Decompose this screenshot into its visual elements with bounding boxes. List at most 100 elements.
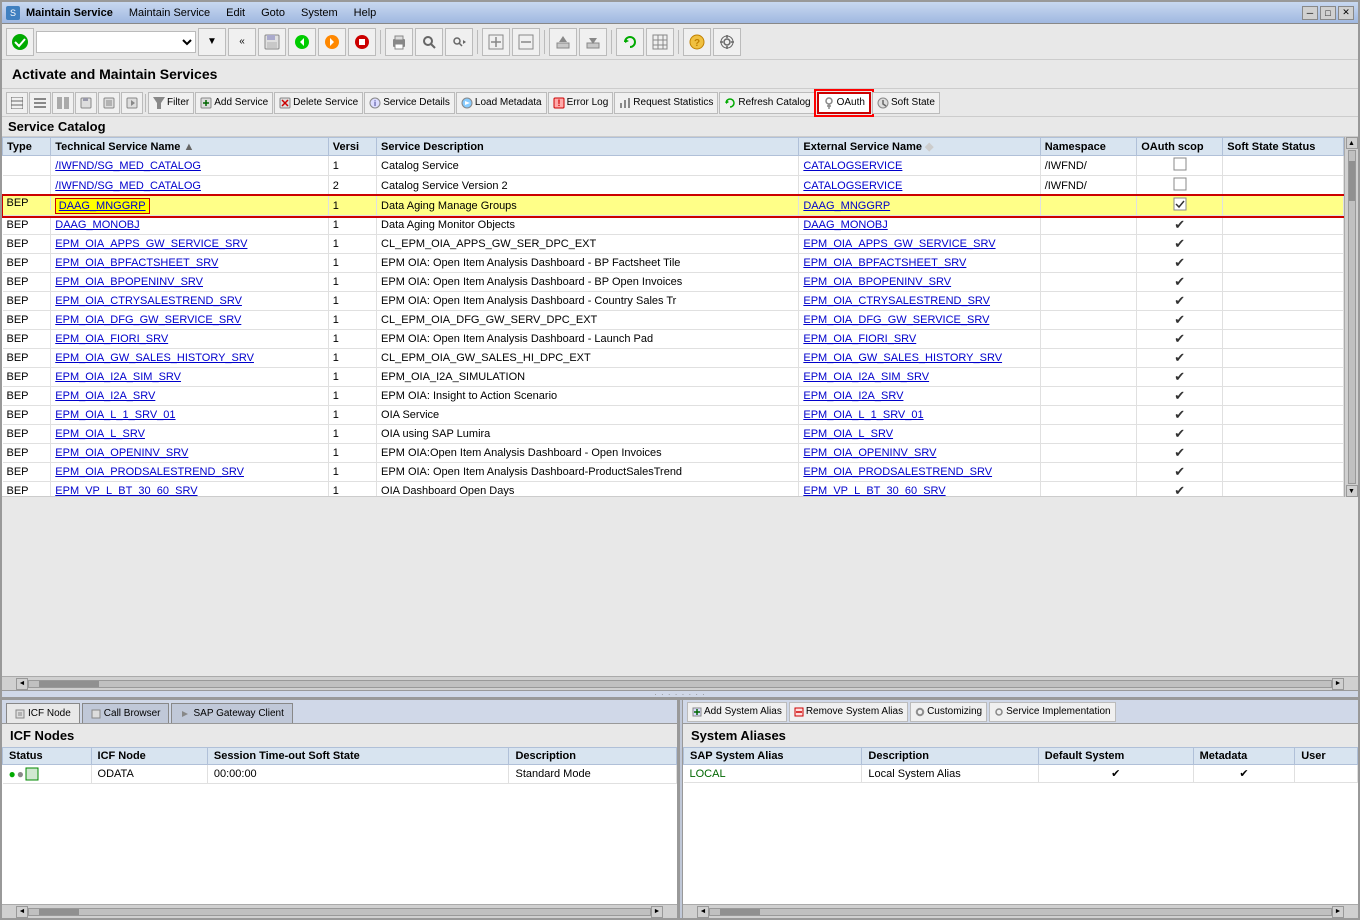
table-row[interactable]: BEPEPM_OIA_PRODSALESTREND_SRV1EPM OIA: O… bbox=[3, 463, 1344, 482]
row-oauth[interactable]: ✔ bbox=[1137, 254, 1223, 273]
soft-state-button[interactable]: Soft State bbox=[872, 92, 940, 114]
row-name[interactable]: EPM_OIA_DFG_GW_SERVICE_SRV bbox=[51, 311, 329, 330]
icf-node-tab[interactable]: ICF Node bbox=[6, 703, 80, 723]
main-table-vscroll[interactable]: ▲ ▼ bbox=[1344, 137, 1358, 497]
row-name[interactable]: EPM_OIA_PRODSALESTREND_SRV bbox=[51, 463, 329, 482]
row-oauth[interactable]: ✔ bbox=[1137, 292, 1223, 311]
row-oauth[interactable]: ✔ bbox=[1137, 482, 1223, 498]
load-metadata-button[interactable]: Load Metadata bbox=[456, 92, 547, 114]
rp-scroll-right[interactable]: ► bbox=[1332, 906, 1344, 918]
menu-system[interactable]: System bbox=[301, 7, 338, 19]
row-external[interactable]: EPM_OIA_I2A_SIM_SRV bbox=[799, 368, 1040, 387]
menu-edit[interactable]: Edit bbox=[226, 7, 245, 19]
expand-button[interactable] bbox=[482, 28, 510, 56]
table-row[interactable]: BEPDAAG_MONOBJ1Data Aging Monitor Object… bbox=[3, 216, 1344, 235]
table-row[interactable]: BEPEPM_OIA_BPOPENINV_SRV1EPM OIA: Open I… bbox=[3, 273, 1344, 292]
row-name[interactable]: /IWFND/SG_MED_CATALOG bbox=[51, 156, 329, 176]
menu-goto[interactable]: Goto bbox=[261, 7, 285, 19]
row-external[interactable]: DAAG_MNGGRP bbox=[799, 196, 1040, 216]
find-button[interactable] bbox=[415, 28, 443, 56]
row-oauth[interactable]: ✔ bbox=[1137, 368, 1223, 387]
save-button[interactable] bbox=[258, 28, 286, 56]
row-name[interactable]: EPM_OIA_FIORI_SRV bbox=[51, 330, 329, 349]
scroll-left-arrow[interactable]: ◄ bbox=[16, 678, 28, 690]
row-external[interactable]: CATALOGSERVICE bbox=[799, 176, 1040, 196]
icf-node-row[interactable]: ● ● ODATA 00:00:00 Standard Mode bbox=[3, 765, 677, 784]
row-name[interactable]: EPM_OIA_I2A_SRV bbox=[51, 387, 329, 406]
customizing-button[interactable]: Customizing bbox=[910, 702, 987, 722]
row-external[interactable]: EPM_OIA_I2A_SRV bbox=[799, 387, 1040, 406]
collapse-button[interactable] bbox=[512, 28, 540, 56]
row-external[interactable]: EPM_OIA_PRODSALESTREND_SRV bbox=[799, 463, 1040, 482]
maximize-button[interactable]: □ bbox=[1320, 6, 1336, 20]
row-oauth[interactable] bbox=[1137, 156, 1223, 176]
row-name[interactable]: EPM_OIA_I2A_SIM_SRV bbox=[51, 368, 329, 387]
row-oauth[interactable]: ✔ bbox=[1137, 406, 1223, 425]
request-statistics-button[interactable]: Request Statistics bbox=[614, 92, 718, 114]
print-button[interactable] bbox=[385, 28, 413, 56]
save-layout-button[interactable] bbox=[75, 92, 97, 114]
help-button[interactable]: ? bbox=[683, 28, 711, 56]
scroll-up-arrow[interactable]: ▲ bbox=[1346, 137, 1358, 149]
manage-layout-button[interactable] bbox=[121, 92, 143, 114]
nav-back[interactable] bbox=[288, 28, 316, 56]
right-panel-hscroll[interactable]: ◄ ► bbox=[683, 904, 1358, 918]
nav-back-double[interactable]: « bbox=[228, 28, 256, 56]
nav-forward[interactable] bbox=[318, 28, 346, 56]
row-external[interactable]: EPM_OIA_L_SRV bbox=[799, 425, 1040, 444]
row-external[interactable]: EPM_OIA_L_1_SRV_01 bbox=[799, 406, 1040, 425]
row-oauth[interactable] bbox=[1137, 196, 1223, 216]
scroll-track[interactable] bbox=[1348, 150, 1356, 484]
table-row[interactable]: BEPEPM_OIA_BPFACTSHEET_SRV1EPM OIA: Open… bbox=[3, 254, 1344, 273]
row-external[interactable]: EPM_OIA_APPS_GW_SERVICE_SRV bbox=[799, 235, 1040, 254]
row-name[interactable]: EPM_OIA_CTRYSALESTREND_SRV bbox=[51, 292, 329, 311]
row-name[interactable]: EPM_OIA_GW_SALES_HISTORY_SRV bbox=[51, 349, 329, 368]
refresh-button[interactable] bbox=[616, 28, 644, 56]
row-oauth[interactable]: ✔ bbox=[1137, 216, 1223, 235]
transaction-dropdown[interactable] bbox=[36, 31, 196, 53]
remove-system-alias-button[interactable]: Remove System Alias bbox=[789, 702, 908, 722]
call-browser-tab[interactable]: Call Browser bbox=[82, 703, 170, 723]
lp-scroll-left[interactable]: ◄ bbox=[16, 906, 28, 918]
table-row[interactable]: BEPEPM_OIA_GW_SALES_HISTORY_SRV1CL_EPM_O… bbox=[3, 349, 1344, 368]
table-row[interactable]: BEPDAAG_MNGGRP1Data Aging Manage GroupsD… bbox=[3, 196, 1344, 216]
table-row[interactable]: BEPEPM_OIA_L_1_SRV_011OIA ServiceEPM_OIA… bbox=[3, 406, 1344, 425]
row-external[interactable]: EPM_OIA_BPFACTSHEET_SRV bbox=[799, 254, 1040, 273]
table-row[interactable]: BEPEPM_OIA_DFG_GW_SERVICE_SRV1CL_EPM_OIA… bbox=[3, 311, 1344, 330]
h-scroll-track[interactable] bbox=[28, 680, 1332, 688]
table-row[interactable]: BEPEPM_OIA_OPENINV_SRV1EPM OIA:Open Item… bbox=[3, 444, 1344, 463]
row-oauth[interactable]: ✔ bbox=[1137, 387, 1223, 406]
row-name[interactable]: EPM_OIA_BPFACTSHEET_SRV bbox=[51, 254, 329, 273]
check-button[interactable] bbox=[6, 28, 34, 56]
table-row[interactable]: BEPEPM_OIA_I2A_SIM_SRV1EPM_OIA_I2A_SIMUL… bbox=[3, 368, 1344, 387]
row-name[interactable]: EPM_OIA_BPOPENINV_SRV bbox=[51, 273, 329, 292]
table-row[interactable]: BEPEPM_VP_L_BT_30_60_SRV1OIA Dashboard O… bbox=[3, 482, 1344, 498]
error-log-button[interactable]: ! Error Log bbox=[548, 92, 614, 114]
row-external[interactable]: EPM_OIA_DFG_GW_SERVICE_SRV bbox=[799, 311, 1040, 330]
scroll-right-arrow[interactable]: ► bbox=[1332, 678, 1344, 690]
row-name[interactable]: EPM_OIA_L_1_SRV_01 bbox=[51, 406, 329, 425]
table-row[interactable]: BEPEPM_OIA_FIORI_SRV1EPM OIA: Open Item … bbox=[3, 330, 1344, 349]
row-name[interactable]: EPM_OIA_OPENINV_SRV bbox=[51, 444, 329, 463]
row-name[interactable]: DAAG_MONOBJ bbox=[51, 216, 329, 235]
stop-button[interactable] bbox=[348, 28, 376, 56]
row-external[interactable]: EPM_OIA_BPOPENINV_SRV bbox=[799, 273, 1040, 292]
row-name[interactable]: EPM_VP_L_BT_30_60_SRV bbox=[51, 482, 329, 498]
alias-row[interactable]: LOCAL Local System Alias ✔ ✔ bbox=[684, 765, 1358, 783]
table-row[interactable]: BEPEPM_OIA_APPS_GW_SERVICE_SRV1CL_EPM_OI… bbox=[3, 235, 1344, 254]
filter-button[interactable]: Filter bbox=[148, 92, 194, 114]
row-external[interactable]: EPM_OIA_GW_SALES_HISTORY_SRV bbox=[799, 349, 1040, 368]
add-system-alias-button[interactable]: Add System Alias bbox=[687, 702, 787, 722]
row-oauth[interactable]: ✔ bbox=[1137, 235, 1223, 254]
row-oauth[interactable]: ✔ bbox=[1137, 463, 1223, 482]
row-oauth[interactable]: ✔ bbox=[1137, 311, 1223, 330]
row-name[interactable]: /IWFND/SG_MED_CATALOG bbox=[51, 176, 329, 196]
row-oauth[interactable]: ✔ bbox=[1137, 444, 1223, 463]
column-view-button[interactable] bbox=[52, 92, 74, 114]
row-oauth[interactable]: ✔ bbox=[1137, 273, 1223, 292]
row-oauth[interactable] bbox=[1137, 176, 1223, 196]
row-external[interactable]: EPM_VP_L_BT_30_60_SRV bbox=[799, 482, 1040, 498]
row-oauth[interactable]: ✔ bbox=[1137, 425, 1223, 444]
horizontal-splitter[interactable]: · · · · · · · · bbox=[2, 690, 1358, 698]
grid-button[interactable] bbox=[646, 28, 674, 56]
